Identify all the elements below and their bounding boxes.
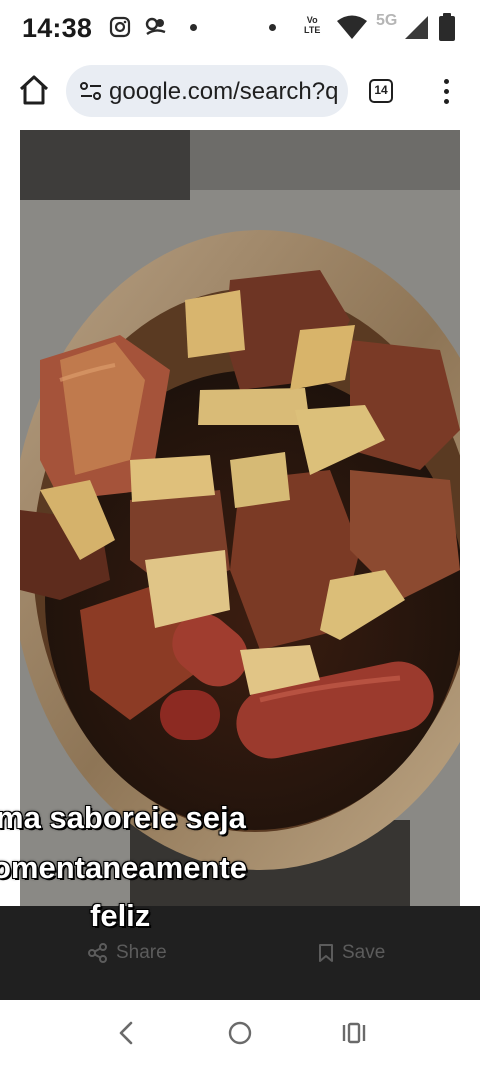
lte-label: LTE xyxy=(304,25,321,35)
video-caption-line-1: ma saboreie seja xyxy=(0,800,246,835)
site-settings-icon[interactable] xyxy=(79,80,103,102)
save-button[interactable]: Save xyxy=(318,938,385,968)
food-image xyxy=(20,130,460,908)
dot-icon xyxy=(269,24,276,31)
status-time: 14:38 xyxy=(22,13,93,43)
save-label: Save xyxy=(342,942,386,963)
recents-icon[interactable] xyxy=(339,1020,369,1046)
volte-icon: Vo LTE xyxy=(304,15,320,35)
address-bar[interactable]: google.com/search?q xyxy=(66,65,348,117)
dot-icon xyxy=(190,24,197,31)
home-circle-icon[interactable] xyxy=(225,1020,255,1046)
video-caption-line-3: feliz xyxy=(90,898,151,933)
battery-icon xyxy=(439,13,455,41)
browser-toolbar: google.com/search?q 14 xyxy=(0,58,480,128)
tabs-icon[interactable]: 14 xyxy=(369,79,393,103)
video-player[interactable] xyxy=(20,130,460,908)
url-text: google.com/search?q xyxy=(109,78,339,105)
app-icon xyxy=(145,17,166,35)
menu-icon[interactable] xyxy=(437,77,457,107)
home-icon[interactable] xyxy=(16,72,52,108)
page-content: ma saboreie seja omentaneamente Share Sa… xyxy=(0,128,480,1000)
system-nav-bar xyxy=(0,1000,480,1066)
status-bar: 14:38 Vo LTE 5G xyxy=(0,0,480,58)
instagram-icon xyxy=(109,16,131,38)
volte-label: Vo xyxy=(306,15,318,25)
signal-icon xyxy=(405,16,428,39)
share-label: Share xyxy=(116,942,167,963)
back-icon[interactable] xyxy=(112,1020,142,1046)
share-icon xyxy=(88,943,107,963)
5g-label: 5G xyxy=(376,12,398,29)
share-button[interactable]: Share xyxy=(88,938,167,968)
wifi-icon xyxy=(337,15,367,39)
bookmark-icon xyxy=(319,944,333,962)
video-caption-line-2: omentaneamente xyxy=(0,850,247,885)
